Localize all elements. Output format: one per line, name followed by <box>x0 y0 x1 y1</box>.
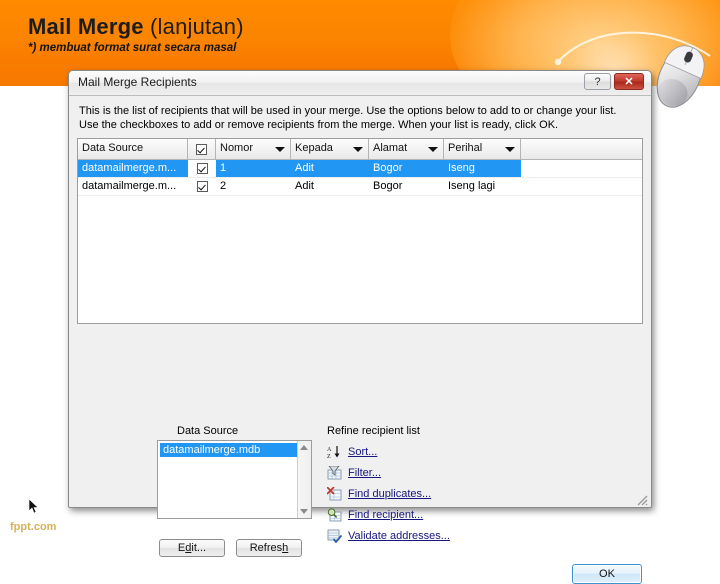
funnel-filter-icon <box>327 465 342 480</box>
refine-link-row[interactable]: Filter... <box>327 462 507 483</box>
refine-recipient-list-label: Refine recipient list <box>327 425 420 437</box>
cell-perihal: Iseng <box>448 162 475 174</box>
sort-az-icon: AZ <box>327 445 342 460</box>
page-title-normal: (lanjutan) <box>143 14 244 39</box>
refine-link-sort[interactable]: Sort... <box>348 446 377 458</box>
grid-column-header-kepada[interactable]: Kepada <box>291 139 369 159</box>
data-source-scrollbar[interactable] <box>297 441 311 518</box>
data-source-listbox[interactable]: datamailmerge.mdb <box>157 440 312 519</box>
grid-rows: datamailmerge.m... 1 Adit Bogor Iseng datamai… <box>78 160 642 196</box>
refine-link-row[interactable]: Validate addresses... <box>327 525 507 546</box>
grid-column-header-perihal[interactable]: Perihal <box>444 139 521 159</box>
refine-link-find-recipient[interactable]: Find recipient... <box>348 509 423 521</box>
watermark: fppt.com <box>10 521 57 533</box>
scroll-up-icon[interactable] <box>300 445 308 450</box>
grid-header-select-all-checkbox[interactable] <box>188 139 216 159</box>
page-title: Mail Merge (lanjutan) <box>28 14 244 40</box>
grid-column-header-label: Alamat <box>373 142 408 154</box>
grid-column-header-label: Perihal <box>448 142 483 154</box>
chevron-down-icon[interactable] <box>275 147 285 152</box>
dialog-titlebar[interactable]: Mail Merge Recipients ? ✕ <box>69 71 651 96</box>
row-select-checkbox[interactable] <box>188 160 216 177</box>
data-source-list-item[interactable]: datamailmerge.mdb <box>160 443 309 457</box>
grid-header-filler <box>521 139 642 159</box>
row-filler <box>521 160 642 177</box>
grid-column-header-label: Data Source <box>82 142 144 154</box>
slide-title-block: Mail Merge (lanjutan) *) membuat format … <box>28 14 244 54</box>
chevron-down-icon[interactable] <box>428 147 438 152</box>
svg-text:Z: Z <box>327 454 331 459</box>
row-filler <box>521 178 642 195</box>
cell-alamat: Bogor <box>373 180 403 192</box>
table-row[interactable]: datamailmerge.m... 2 Adit Bogor Iseng lagi <box>78 178 642 196</box>
cell-nomor: 2 <box>220 180 227 192</box>
svg-text:A: A <box>327 447 332 453</box>
validate-addresses-icon <box>327 529 343 543</box>
cell-data_source: datamailmerge.m... <box>82 162 177 174</box>
checkbox-icon[interactable] <box>196 181 208 192</box>
grid-header-row: Data Source Nomor Kepada Alamat Perihal <box>78 139 642 160</box>
help-button[interactable]: ? <box>584 73 611 90</box>
mail-merge-recipients-dialog: Mail Merge Recipients ? ✕ This is the li… <box>68 70 652 584</box>
cell-kepada: Adit <box>295 180 314 192</box>
edit-button[interactable]: Edit... <box>159 539 225 557</box>
edit-button-post: it... <box>191 542 207 554</box>
cell-alamat: Bogor <box>373 162 403 174</box>
find-duplicates-icon <box>326 485 342 501</box>
recipients-grid[interactable]: Data Source Nomor Kepada Alamat Perihal data… <box>77 138 643 324</box>
page-title-bold: Mail Merge <box>28 14 144 39</box>
find-recipient-icon <box>327 507 342 522</box>
refine-links-list: A Z Sort... Filter... Find duplicates... Find… <box>326 441 507 546</box>
resize-grip-icon[interactable] <box>635 493 648 506</box>
refine-link-filter[interactable]: Filter... <box>348 467 381 479</box>
grid-column-header-label: Nomor <box>220 142 254 154</box>
refresh-button-pre: Refres <box>249 542 283 554</box>
computer-mouse-graphic <box>656 45 705 108</box>
chevron-down-icon[interactable] <box>505 147 515 152</box>
grid-column-header-data-source[interactable]: Data Source <box>78 139 188 159</box>
close-icon[interactable]: ✕ <box>614 73 644 90</box>
cell-data_source: datamailmerge.m... <box>82 180 177 192</box>
grid-column-header-alamat[interactable]: Alamat <box>369 139 444 159</box>
dialog-title: Mail Merge Recipients <box>78 75 197 89</box>
refine-link-find-duplicates[interactable]: Find duplicates... <box>348 488 431 500</box>
cell-nomor: 1 <box>220 162 227 174</box>
ok-button[interactable]: OK <box>572 564 642 584</box>
checkbox-icon[interactable] <box>196 163 208 174</box>
scroll-down-icon[interactable] <box>300 509 308 514</box>
refresh-button[interactable]: Refresh <box>236 539 302 557</box>
page-subtitle: *) membuat format surat secara masal <box>28 42 237 54</box>
edit-button-pre: E <box>177 542 186 554</box>
table-row[interactable]: datamailmerge.m... 1 Adit Bogor Iseng <box>78 160 642 178</box>
mouse-cursor-icon <box>28 498 39 514</box>
refine-link-row[interactable]: Find recipient... <box>327 504 507 525</box>
chevron-down-icon[interactable] <box>353 147 363 152</box>
refine-link-row[interactable]: Find duplicates... <box>326 483 507 504</box>
refresh-button-accel: h <box>282 542 289 554</box>
cell-perihal: Iseng lagi <box>448 180 496 192</box>
data-source-label: Data Source <box>177 425 239 437</box>
instruction-text: This is the list of recipients that will… <box>79 105 617 131</box>
refine-link-row[interactable]: A Z Sort... <box>327 441 507 462</box>
grid-column-header-nomor[interactable]: Nomor <box>216 139 291 159</box>
checkbox-icon[interactable] <box>196 143 207 155</box>
dialog-body: This is the list of recipients that will… <box>69 96 651 584</box>
row-select-checkbox[interactable] <box>188 178 216 195</box>
cell-kepada: Adit <box>295 162 314 174</box>
grid-column-header-label: Kepada <box>295 142 333 154</box>
